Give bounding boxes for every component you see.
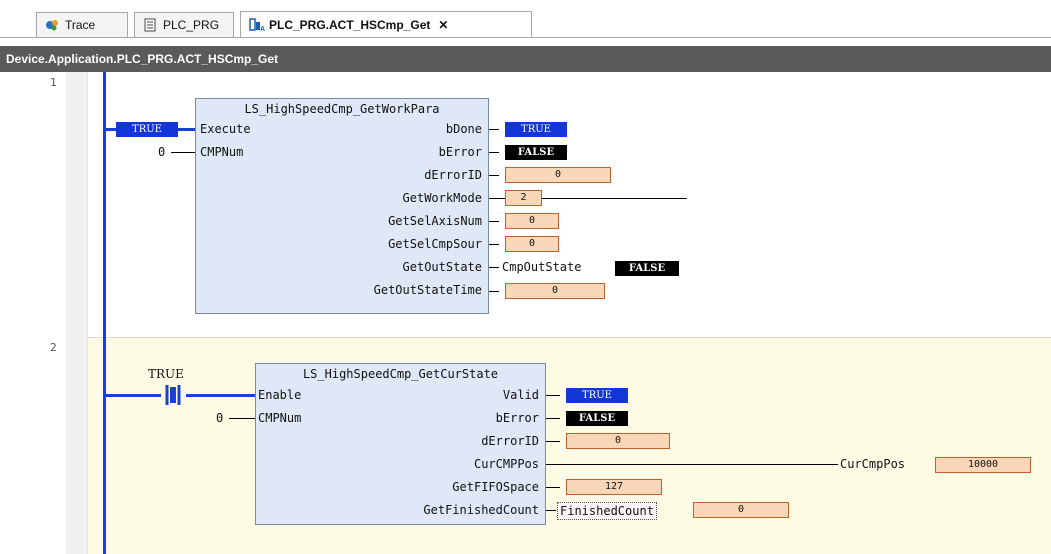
- pin-berror: bError: [495, 411, 539, 425]
- rung-number: 1: [50, 76, 57, 89]
- object-path-bar: Device.Application.PLC_PRG.ACT_HSCmp_Get: [0, 46, 1051, 72]
- getworkmode-value[interactable]: 2: [505, 190, 542, 206]
- rung-separator: [88, 337, 1051, 338]
- derrorid-wire: [546, 441, 560, 442]
- trace-icon: [45, 18, 59, 32]
- pin-bdone: bDone: [445, 122, 482, 136]
- pin-getselaxisnum: GetSelAxisNum: [388, 214, 482, 228]
- getoutstate-variable[interactable]: CmpOutState: [502, 260, 581, 274]
- pin-derrorid: dErrorID: [481, 434, 539, 448]
- tab-bar-divider: [0, 37, 1051, 38]
- close-icon[interactable]: ✕: [438, 18, 448, 32]
- document-icon: [143, 18, 157, 32]
- derrorid-wire: [489, 175, 499, 176]
- line-gutter: [0, 72, 66, 554]
- getoutstate-value[interactable]: FALSE: [615, 261, 679, 276]
- pin-getoutstatetime: GetOutStateTime: [373, 283, 482, 297]
- getselaxisnum-wire: [489, 221, 499, 222]
- enable-wire-right: [186, 394, 255, 397]
- tab-trace[interactable]: Trace: [36, 12, 128, 37]
- rung-number: 2: [50, 341, 57, 354]
- pin-getoutstate: GetOutState: [402, 260, 482, 274]
- berror-value[interactable]: FALSE: [566, 411, 628, 426]
- valid-value[interactable]: TRUE: [566, 388, 628, 403]
- getoutstate-wire: [489, 267, 499, 268]
- rung-gutter: [66, 72, 88, 554]
- pin-execute: Execute: [200, 122, 251, 136]
- curcmppos-value[interactable]: 10000: [935, 457, 1031, 473]
- berror-value[interactable]: FALSE: [505, 145, 567, 160]
- tab-label: Trace: [65, 18, 96, 32]
- getselaxisnum-value[interactable]: 0: [505, 213, 559, 229]
- contact-value[interactable]: TRUE: [148, 367, 184, 381]
- berror-wire: [546, 418, 560, 419]
- bdone-wire: [489, 129, 499, 130]
- derrorid-value[interactable]: 0: [505, 167, 611, 183]
- derrorid-value[interactable]: 0: [566, 433, 670, 449]
- tab-label: PLC_PRG: [163, 18, 220, 32]
- pin-curcmppos: CurCMPPos: [473, 457, 539, 471]
- tab-plc-prg-act-hscmp-get[interactable]: A PLC_PRG.ACT_HSCmp_Get ✕: [240, 11, 532, 37]
- tab-label: PLC_PRG.ACT_HSCmp_Get: [269, 17, 431, 32]
- block-title: LS_HighSpeedCmp_GetWorkPara: [244, 102, 440, 116]
- getoutstatetime-value[interactable]: 0: [505, 283, 605, 299]
- pin-getfifospace: GetFIFOSpace: [452, 480, 539, 494]
- pin-getworkmode: GetWorkMode: [402, 191, 482, 205]
- getoutstatetime-wire: [489, 291, 499, 292]
- getfifospace-value[interactable]: 127: [566, 479, 662, 495]
- pin-berror: bError: [438, 145, 482, 159]
- pin-valid: Valid: [502, 388, 539, 402]
- curcmppos-wire: [546, 464, 838, 465]
- svg-text:A: A: [260, 26, 265, 32]
- contact-icon[interactable]: [160, 385, 186, 405]
- enable-wire-left: [106, 394, 161, 397]
- editor-tab-bar: Trace PLC_PRG A PLC_PRG.ACT_HSCmp_Get ✕: [0, 0, 1051, 45]
- finishedcount-variable[interactable]: FinishedCount: [557, 502, 657, 520]
- block-title: LS_HighSpeedCmp_GetCurState: [302, 367, 499, 381]
- pin-enable: Enable: [258, 388, 302, 402]
- getfifospace-wire: [546, 487, 560, 488]
- pin-getselcmpsour: GetSelCmpSour: [388, 237, 482, 251]
- pin-cmpnum: CMPNum: [200, 145, 244, 159]
- finishedcount-value[interactable]: 0: [693, 502, 789, 518]
- getselcmpsour-wire: [489, 244, 499, 245]
- cmpnum-value[interactable]: 0: [158, 145, 165, 159]
- action-icon: A: [249, 17, 265, 33]
- cmpnum-value[interactable]: 0: [216, 411, 223, 425]
- left-power-rail: [103, 72, 106, 554]
- bdone-value[interactable]: TRUE: [505, 122, 567, 137]
- getfinishedcount-wire: [546, 510, 556, 511]
- berror-wire: [489, 152, 499, 153]
- pin-getfinishedcount: GetFinishedCount: [423, 503, 539, 517]
- pin-cmpnum: CMPNum: [258, 411, 302, 425]
- tab-plc-prg[interactable]: PLC_PRG: [134, 12, 234, 37]
- curcmppos-variable[interactable]: CurCmpPos: [840, 457, 905, 471]
- execute-value[interactable]: TRUE: [116, 122, 178, 137]
- function-block-getworkpara[interactable]: LS_HighSpeedCmp_GetWorkPara Execute CMPN…: [195, 98, 489, 314]
- getselcmpsour-value[interactable]: 0: [505, 236, 559, 252]
- valid-wire: [546, 395, 560, 396]
- function-block-getcurstate[interactable]: LS_HighSpeedCmp_GetCurState Enable CMPNu…: [255, 363, 546, 525]
- cmpnum-wire: [171, 152, 195, 153]
- cmpnum-wire: [229, 418, 255, 419]
- pin-derrorid: dErrorID: [424, 168, 482, 182]
